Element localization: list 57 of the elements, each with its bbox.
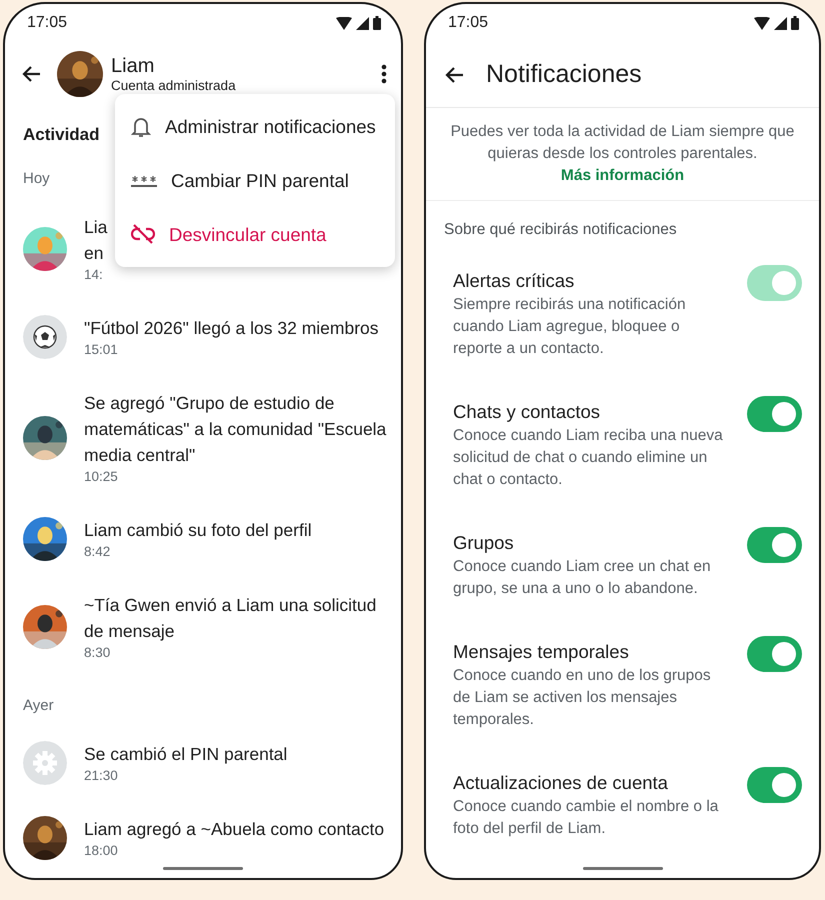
- activity-time: 18:00: [84, 843, 118, 858]
- toggle-switch[interactable]: [747, 396, 802, 432]
- menu-item[interactable]: Cambiar PIN parental: [115, 154, 395, 208]
- activity-time: 8:30: [84, 645, 110, 660]
- toggle-switch[interactable]: [747, 527, 802, 563]
- setting-title: Grupos: [453, 532, 514, 553]
- setting-title: Alertas críticas: [453, 270, 574, 291]
- battery-icon: [791, 16, 799, 30]
- more-info-link[interactable]: Más información: [560, 167, 684, 184]
- section-title: Actividad: [23, 125, 100, 144]
- status-time: 17:05: [27, 13, 68, 33]
- signal-icon: [774, 16, 787, 30]
- password-dots-icon: [131, 174, 157, 188]
- toggle-switch[interactable]: [747, 636, 802, 672]
- bell-icon: [131, 116, 151, 138]
- setting-title: Mensajes temporales: [453, 641, 629, 662]
- section-label: Sobre qué recibirás notificaciones: [444, 221, 677, 238]
- activity-time: 14:: [84, 267, 103, 282]
- setting-title: Actualizaciones de cuenta: [453, 772, 668, 793]
- activity-time: 15:01: [84, 342, 118, 357]
- back-arrow-icon[interactable]: [444, 66, 464, 84]
- contact-name: Liam: [111, 54, 156, 78]
- status-time: 17:05: [448, 13, 488, 33]
- menu-item[interactable]: Desvincular cuenta: [115, 208, 395, 262]
- signal-icon: [356, 16, 369, 30]
- date-label: Hoy: [23, 170, 50, 187]
- soccer-ball-icon: [23, 315, 67, 359]
- gear-icon: [23, 741, 67, 785]
- menu-item[interactable]: Administrar notificaciones: [115, 100, 395, 154]
- back-arrow-icon[interactable]: [21, 65, 41, 83]
- wifi-icon: [336, 16, 352, 30]
- activity-text: en: [84, 243, 104, 263]
- activity-text: "Fútbol 2026" llegó a los 32 miembros: [84, 318, 379, 338]
- activity-text: Lia: [84, 217, 108, 237]
- activity-text: ~Tía Gwen envió a Liam una solicitud de mensaje: [84, 595, 376, 641]
- activity-text: Se cambió el PIN parental: [84, 744, 288, 764]
- wifi-icon: [754, 16, 770, 30]
- activity-time: 21:30: [84, 768, 118, 783]
- activity-time: 8:42: [84, 544, 110, 559]
- setting-description: Conoce cuando cambie el nombre o la foto del perfil de Liam.: [453, 797, 720, 839]
- date-label: Ayer: [23, 697, 54, 714]
- setting-description: Siempre recibirás una notificación cuando Liam agregue, bloquee o reporte a un contacto.: [453, 295, 687, 359]
- activity-text: Liam agregó a ~Abuela como contacto: [84, 819, 384, 839]
- unlink-icon: [131, 224, 155, 244]
- activity-text: Se agregó "Grupo de estudio de matemáticas" a la comunidad "Escuela media central": [84, 393, 386, 465]
- more-options-icon[interactable]: [381, 64, 387, 84]
- setting-title: Chats y contactos: [453, 401, 600, 422]
- setting-description: Conoce cuando en uno de los grupos de Liam se activen los mensajes temporales.: [453, 666, 712, 730]
- toggle-switch[interactable]: [747, 767, 802, 803]
- screen-title: Notificaciones: [486, 58, 642, 90]
- setting-description: Conoce cuando Liam reciba una nueva solicitud de chat o cuando elimine un chat o contacto.: [453, 426, 724, 490]
- battery-icon: [373, 16, 381, 30]
- info-text: Puedes ver toda la actividad de Liam siempre que quieras desde los controles parentales.: [450, 122, 796, 164]
- activity-text: Liam cambió su foto del perfil: [84, 520, 312, 540]
- setting-description: Conoce cuando Liam cree un chat en grupo, se una a uno o lo abandone.: [453, 557, 712, 599]
- activity-time: 10:25: [84, 469, 118, 484]
- contact-subtitle: Cuenta administrada: [111, 78, 237, 94]
